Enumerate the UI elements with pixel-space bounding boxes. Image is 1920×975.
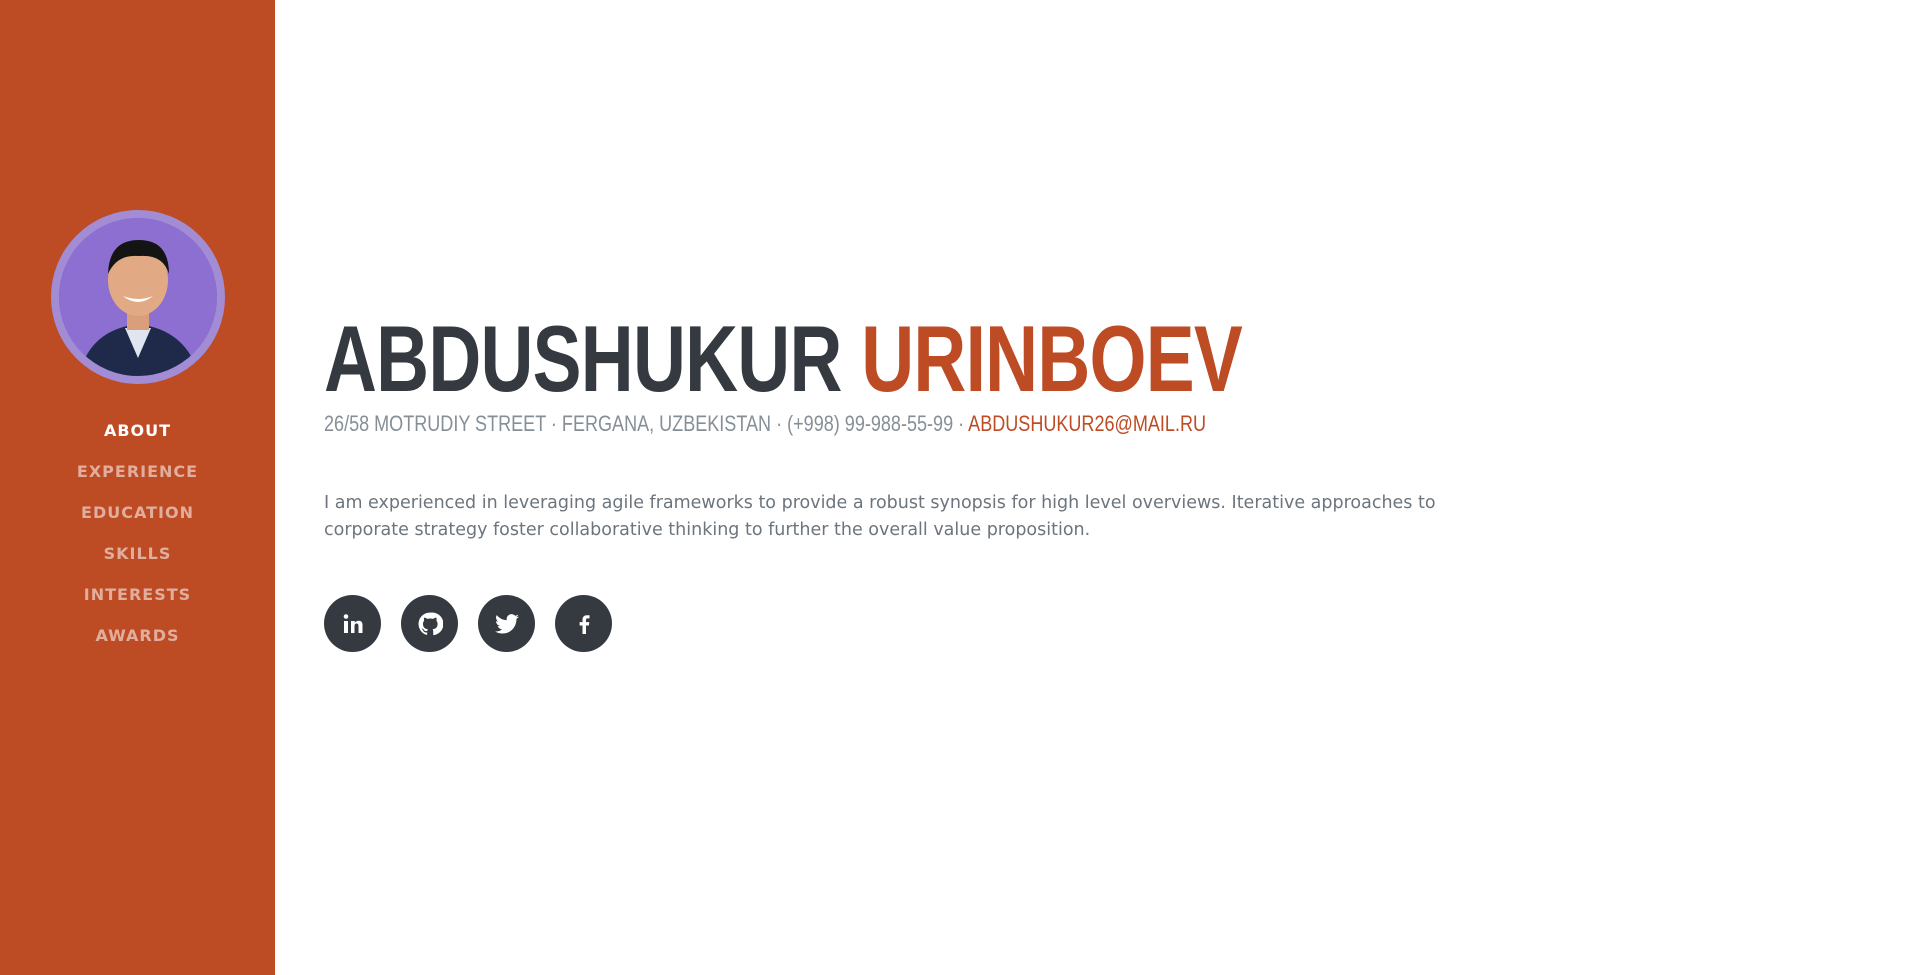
nav-item-experience[interactable]: Experience: [77, 451, 198, 492]
contact-line: 26/58 MOTRUDIY STREET · FERGANA, UZBEKIS…: [324, 411, 1206, 437]
nav-item-skills[interactable]: Skills: [77, 533, 198, 574]
twitter-icon: [494, 613, 519, 634]
github-button[interactable]: [401, 595, 458, 652]
linkedin-icon: [343, 613, 362, 633]
twitter-button[interactable]: [478, 595, 535, 652]
sidebar: About Experience Education Skills Intere…: [0, 0, 275, 975]
nav-item-interests[interactable]: Interests: [77, 574, 198, 615]
facebook-button[interactable]: [555, 595, 612, 652]
profile-photo: [58, 217, 217, 376]
nav-item-awards[interactable]: Awards: [77, 615, 198, 656]
social-icons: [324, 595, 612, 652]
facebook-icon: [579, 614, 589, 634]
linkedin-button[interactable]: [324, 595, 381, 652]
nav-item-education[interactable]: Education: [77, 492, 198, 533]
profile-name: ABDUSHUKUR URINBOEV: [324, 312, 1243, 406]
profile-avatar[interactable]: [50, 209, 225, 384]
about-section: ABDUSHUKUR URINBOEV 26/58 MOTRUDIY STREE…: [324, 0, 1920, 975]
nav-menu: About Experience Education Skills Intere…: [77, 410, 198, 656]
last-name: URINBOEV: [861, 306, 1243, 411]
github-icon: [418, 611, 443, 635]
email-link[interactable]: ABDUSHUKUR26@MAIL.RU: [968, 411, 1206, 436]
phone-text: (+998) 99-988-55-99 ·: [787, 411, 965, 436]
first-name: ABDUSHUKUR: [324, 306, 842, 411]
address-text: 26/58 MOTRUDIY STREET · FERGANA, UZBEKIS…: [324, 411, 783, 436]
nav-item-about[interactable]: About: [77, 410, 198, 451]
about-description: I am experienced in leveraging agile fra…: [324, 493, 1436, 540]
